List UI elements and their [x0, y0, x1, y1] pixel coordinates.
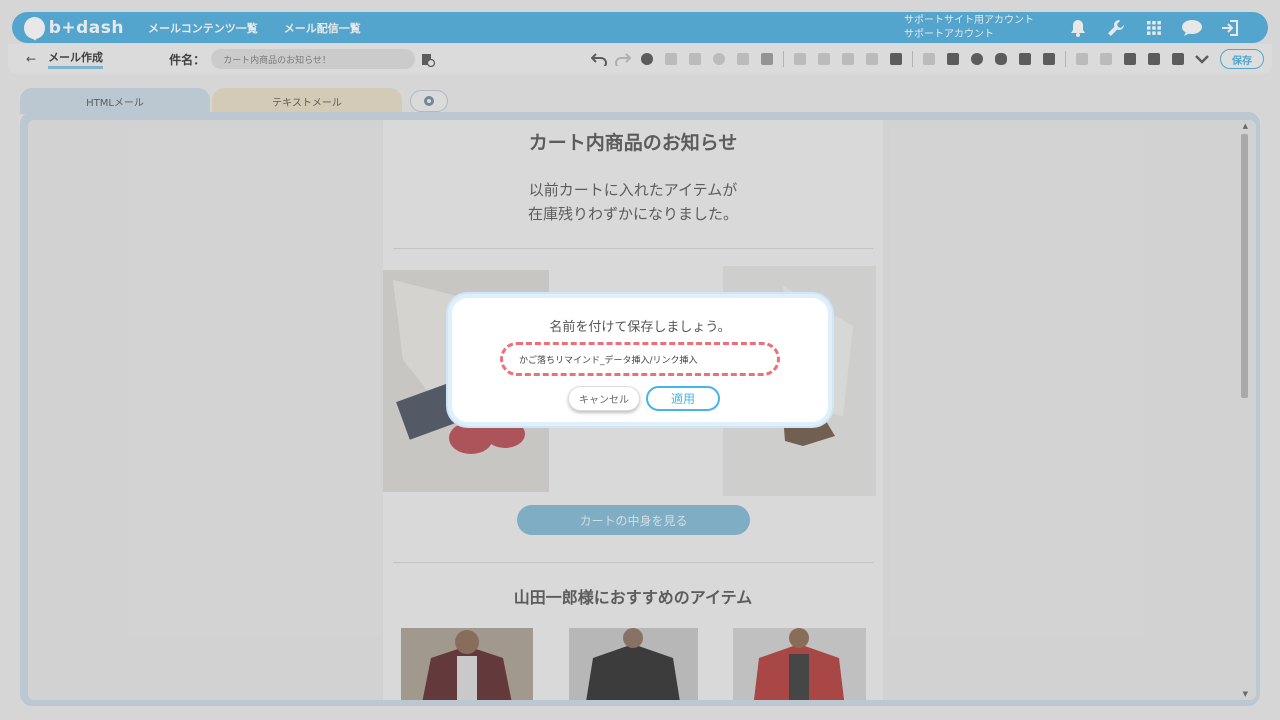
save-name-dialog: 名前を付けて保存しましょう。 キャンセル 適用: [448, 294, 832, 426]
scroll-down-arrow-icon[interactable]: ▼: [1243, 690, 1248, 698]
contact-icon[interactable]: [1120, 49, 1140, 69]
mail-lead-line-2: 在庫残りわずかになりました。: [527, 205, 738, 223]
align-icon[interactable]: [661, 49, 681, 69]
logo[interactable]: b+dash: [24, 16, 124, 39]
rows-icon[interactable]: [886, 49, 906, 69]
mail-title: カート内商品のお知らせ: [528, 132, 738, 154]
grid-icon[interactable]: [1140, 17, 1168, 39]
gear-icon: [424, 96, 434, 106]
back-arrow-icon[interactable]: ←: [26, 52, 36, 66]
editor-toolbar: ← メール作成 件名： 保存: [8, 44, 1272, 74]
database-icon[interactable]: [991, 49, 1011, 69]
link-icon[interactable]: [919, 49, 939, 69]
recommend-item-1-image[interactable]: [401, 628, 533, 700]
insert-icon[interactable]: [1015, 49, 1035, 69]
toolbar-divider: [1065, 51, 1066, 67]
mail-divider: [393, 562, 873, 563]
chevron-down-icon[interactable]: [1192, 49, 1212, 69]
header-icons: [1064, 17, 1244, 39]
scroll-up-arrow-icon[interactable]: ▲: [1243, 122, 1248, 130]
recommend-item-3-image[interactable]: [733, 628, 866, 700]
wrench-icon[interactable]: [1102, 17, 1130, 39]
fullscreen-icon[interactable]: [733, 49, 753, 69]
top-nav: メールコンテンツ一覧 メール配信一覧: [148, 20, 361, 36]
recommend-item-2-image[interactable]: [569, 628, 698, 700]
link-chain-icon[interactable]: [1096, 49, 1116, 69]
chat-icon[interactable]: [1178, 17, 1206, 39]
logout-icon[interactable]: [1216, 17, 1244, 39]
merge-icon[interactable]: [1039, 49, 1059, 69]
nav-mail-delivery[interactable]: メール配信一覧: [284, 20, 361, 36]
nav-mail-contents[interactable]: メールコンテンツ一覧: [148, 20, 258, 36]
copy-icon[interactable]: [790, 49, 810, 69]
blocks-icon[interactable]: [1072, 49, 1092, 69]
gears-icon[interactable]: [967, 49, 987, 69]
scrollbar-thumb[interactable]: [1241, 134, 1248, 398]
bell-icon[interactable]: [1064, 17, 1092, 39]
page-title: メール作成: [48, 49, 104, 69]
logo-text: b+dash: [48, 17, 124, 38]
image-icon[interactable]: [757, 49, 777, 69]
palette-icon[interactable]: [637, 49, 657, 69]
redo-icon[interactable]: [613, 49, 633, 69]
toolbar-divider: [783, 51, 784, 67]
play-icon[interactable]: [1168, 49, 1188, 69]
recommend-title: 山田一郎様におすすめのアイテム: [513, 588, 753, 607]
account-info[interactable]: サポートサイト用アカウント サポートアカウント: [904, 14, 1054, 42]
settings-gear-button[interactable]: [410, 90, 448, 112]
mail-divider: [393, 248, 873, 249]
account-line-1: サポートサイト用アカウント: [904, 14, 1034, 26]
pen-icon[interactable]: [685, 49, 705, 69]
content-name-input[interactable]: [500, 342, 780, 376]
view-cart-button[interactable]: カートの中身を見る: [517, 505, 750, 535]
tool-buttons: 保存: [589, 49, 1264, 69]
trash-icon[interactable]: [814, 49, 834, 69]
mail-lead: 以前カートに入れたアイテムが 在庫残りわずかになりました。: [383, 178, 883, 226]
toolbar-divider: [912, 51, 913, 67]
devices-icon[interactable]: [1144, 49, 1164, 69]
target-icon[interactable]: [709, 49, 729, 69]
apply-button[interactable]: 適用: [646, 386, 720, 411]
tab-text-mail[interactable]: テキストメール: [212, 88, 402, 114]
mail-lead-line-1: 以前カートに入れたアイテムが: [528, 181, 738, 199]
calendar-icon[interactable]: [943, 49, 963, 69]
subject-input[interactable]: [211, 49, 416, 69]
top-header: b+dash メールコンテンツ一覧 メール配信一覧 サポートサイト用アカウント …: [12, 12, 1268, 43]
duplicate-icon[interactable]: [838, 49, 858, 69]
subject-label: 件名：: [169, 52, 206, 67]
tab-html-mail[interactable]: HTMLメール: [20, 88, 210, 114]
schedule-icon[interactable]: [421, 52, 436, 68]
logo-icon: [24, 16, 45, 39]
cancel-button[interactable]: キャンセル: [568, 386, 640, 411]
save-button[interactable]: 保存: [1220, 49, 1264, 69]
dialog-title: 名前を付けて保存しましょう。: [549, 320, 731, 335]
account-line-2: サポートアカウント: [904, 28, 994, 40]
undo-icon[interactable]: [589, 49, 609, 69]
columns-icon[interactable]: [862, 49, 882, 69]
